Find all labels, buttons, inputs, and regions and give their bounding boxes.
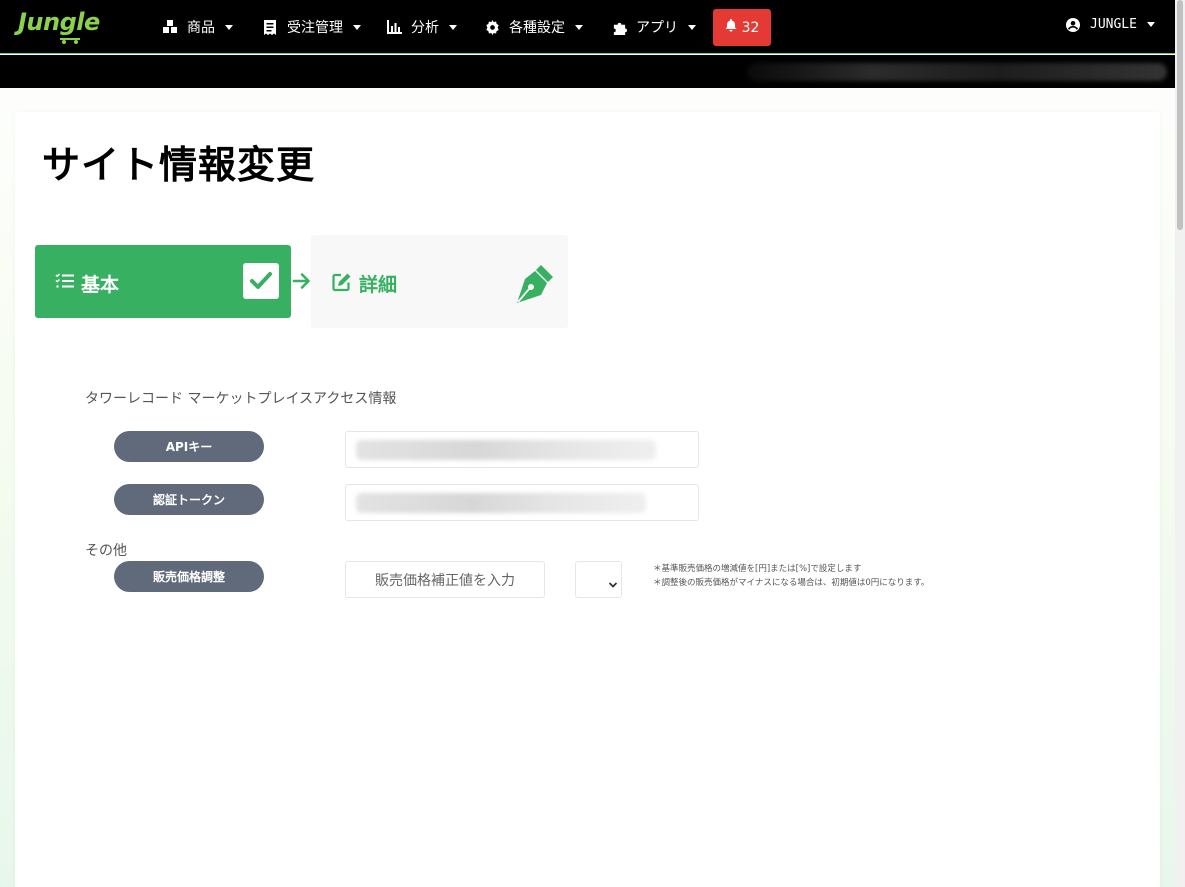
scrollbar-thumb[interactable] [1177, 0, 1183, 230]
user-name: JUNGLE [1090, 17, 1137, 32]
content-card: サイト情報変更 基本 詳細 タワーレコード マーケットプレイスアクセス情報 AP… [15, 112, 1160, 887]
notification-count: 32 [741, 19, 760, 36]
price-note-1: ＊基準販売価格の増減値を[円]または[%]で設定します [653, 564, 862, 574]
receipt-icon [262, 19, 278, 35]
auth-token-label: 認証トークン [114, 484, 264, 515]
chevron-down-icon [688, 24, 696, 30]
chevron-down-icon [449, 24, 457, 30]
price-unit-select[interactable] [575, 561, 622, 598]
nav-settings-label: 各種設定 [509, 20, 565, 36]
step-detail[interactable]: 詳細 [311, 235, 568, 328]
redacted-value [356, 493, 646, 513]
redacted-area [747, 63, 1167, 81]
nav-orders-label: 受注管理 [287, 20, 343, 36]
api-key-field[interactable] [345, 431, 699, 468]
step-basic-label: 基本 [81, 274, 120, 296]
chevron-down-icon [608, 575, 618, 588]
price-adjust-input[interactable]: 販売価格補正値を入力 [345, 561, 545, 598]
nav-apps[interactable]: アプリ [611, 17, 696, 37]
nav-settings[interactable]: 各種設定 [484, 17, 583, 37]
nav-products[interactable]: 商品 [162, 17, 233, 37]
nav-analytics[interactable]: 分析 [386, 17, 457, 37]
chevron-down-icon [1146, 22, 1155, 27]
boxes-icon [162, 19, 178, 35]
check-square-icon [243, 263, 279, 299]
fountain-pen-icon [511, 261, 557, 307]
step-basic[interactable]: 基本 [35, 245, 291, 318]
chevron-down-icon [353, 24, 361, 30]
gear-icon [484, 19, 500, 35]
price-adjust-label: 販売価格調整 [114, 561, 264, 592]
step-detail-label: 詳細 [359, 274, 398, 296]
sub-navbar [0, 55, 1175, 88]
bell-icon [725, 19, 737, 36]
nav-orders[interactable]: 受注管理 [262, 17, 361, 37]
bar-chart-icon [386, 19, 402, 35]
user-menu[interactable]: JUNGLE [1066, 17, 1155, 32]
section-title-other: その他 [85, 543, 127, 559]
top-navbar: Jungle 商品 受注管理 分析 各種設定 アプリ 32 JUNGLE [0, 0, 1175, 54]
nav-analytics-label: 分析 [411, 20, 439, 36]
edit-icon [331, 271, 353, 293]
nav-apps-label: アプリ [636, 20, 678, 36]
arrow-right-icon [291, 270, 313, 292]
chevron-down-icon [225, 24, 233, 30]
redacted-value [356, 440, 656, 460]
user-circle-icon [1066, 17, 1080, 32]
page-scrollbar[interactable] [1175, 0, 1185, 887]
list-check-icon [55, 273, 75, 289]
section-title-access: タワーレコード マーケットプレイスアクセス情報 [85, 391, 397, 407]
puzzle-icon [611, 19, 627, 35]
cart-icon [60, 34, 80, 44]
nav-products-label: 商品 [187, 20, 215, 36]
jungle-logo[interactable]: Jungle [18, 8, 100, 36]
api-key-label: APIキー [114, 431, 264, 462]
page-title: サイト情報変更 [42, 143, 316, 187]
auth-token-field[interactable] [345, 484, 699, 521]
notifications-button[interactable]: 32 [713, 9, 771, 46]
price-note-2: ＊調整後の販売価格がマイナスになる場合は、初期値は0円になります。 [653, 578, 930, 588]
chevron-down-icon [575, 24, 583, 30]
